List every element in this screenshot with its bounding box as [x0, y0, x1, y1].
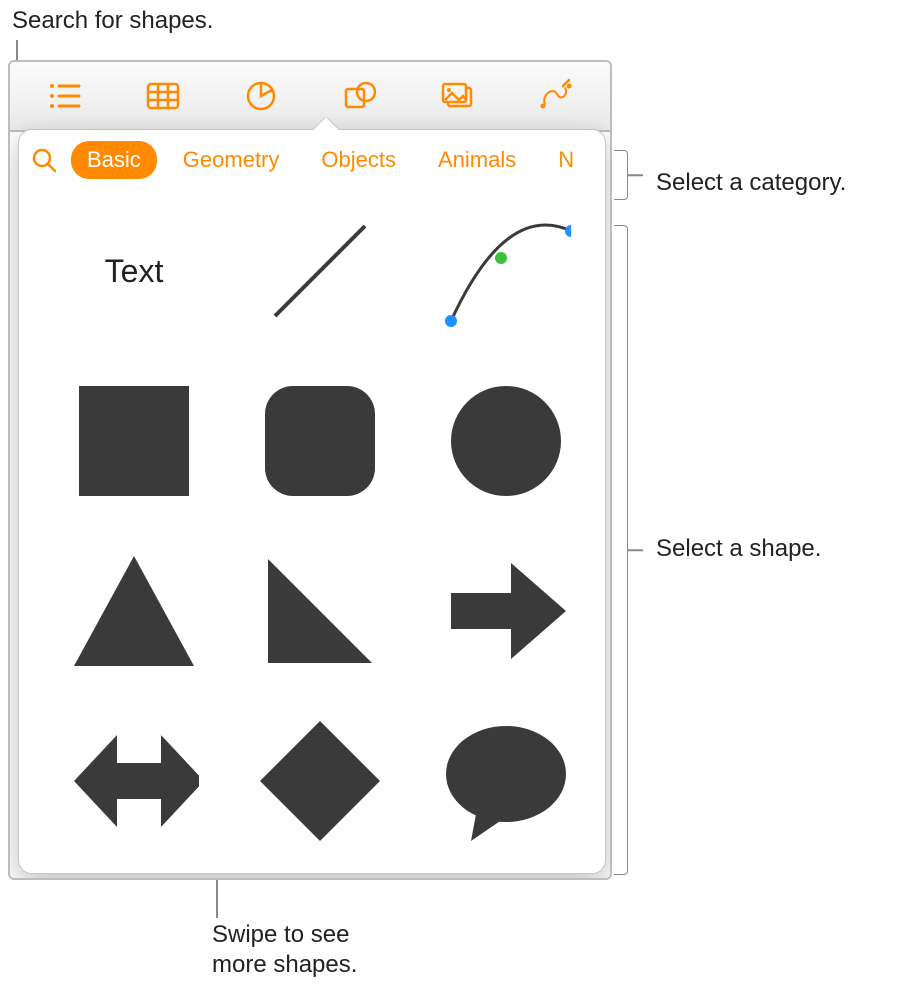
category-geometry[interactable]: Geometry	[167, 141, 296, 179]
toolbar-shape-button[interactable]	[335, 72, 383, 120]
shape-double-arrow[interactable]	[69, 716, 199, 846]
callout-bracket-category	[614, 150, 628, 200]
app-window: Basic Geometry Objects Animals N Text	[8, 60, 612, 880]
category-more[interactable]: N	[542, 141, 574, 179]
callout-bracket-shape	[614, 225, 628, 875]
category-basic[interactable]: Basic	[71, 141, 157, 179]
shape-curve[interactable]	[441, 206, 571, 336]
popover-arrow	[314, 118, 338, 130]
callout-shape: Select a shape.	[656, 534, 821, 564]
category-objects[interactable]: Objects	[305, 141, 412, 179]
shape-speech-bubble[interactable]	[441, 716, 571, 846]
category-row: Basic Geometry Objects Animals N	[19, 130, 605, 190]
toolbar-chart-button[interactable]	[237, 72, 285, 120]
text-shape-label: Text	[105, 253, 164, 290]
toolbar	[10, 62, 610, 132]
callout-search: Search for shapes.	[12, 6, 213, 36]
callout-swipe: Swipe to see more shapes.	[212, 920, 357, 980]
toolbar-media-button[interactable]	[433, 72, 481, 120]
callout-category: Select a category.	[656, 168, 846, 198]
shapes-grid: Text	[19, 200, 605, 873]
shape-text[interactable]: Text	[69, 206, 199, 336]
shape-circle[interactable]	[441, 376, 571, 506]
shape-square[interactable]	[69, 376, 199, 506]
search-icon[interactable]	[27, 143, 61, 177]
toolbar-draw-button[interactable]	[531, 72, 579, 120]
shape-rounded-square[interactable]	[255, 376, 385, 506]
shape-right-triangle[interactable]	[255, 546, 385, 676]
shape-diamond[interactable]	[255, 716, 385, 846]
shapes-popover: Basic Geometry Objects Animals N Text	[18, 129, 606, 874]
category-animals[interactable]: Animals	[422, 141, 532, 179]
toolbar-table-button[interactable]	[139, 72, 187, 120]
shape-arrow-right[interactable]	[441, 546, 571, 676]
shape-triangle[interactable]	[69, 546, 199, 676]
toolbar-list-button[interactable]	[41, 72, 89, 120]
shape-line[interactable]	[255, 206, 385, 336]
